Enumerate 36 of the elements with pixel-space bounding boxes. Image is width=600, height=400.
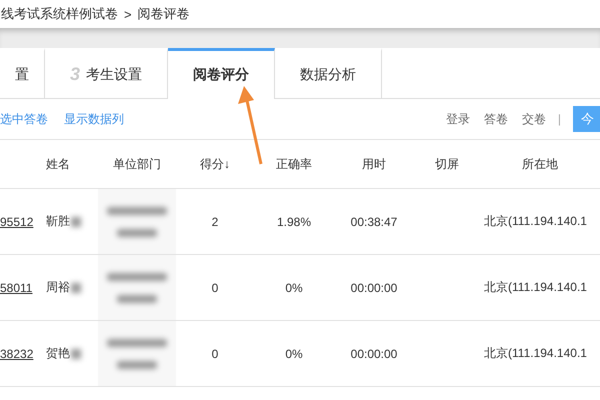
score-cell: 0 <box>212 280 218 294</box>
column-header: 所在地 <box>521 156 559 172</box>
column-header[interactable]: 得分↓ <box>176 156 254 172</box>
name-cell: 周裕 <box>46 279 70 296</box>
time-cell: 00:00:00 <box>350 346 398 360</box>
time-cell: 00:38:47 <box>350 214 398 228</box>
blurred-name <box>71 348 81 358</box>
breadcrumb-separator: > <box>124 6 132 22</box>
location-cell: 北京(111.194.140.1 <box>484 214 587 228</box>
exam-id-link[interactable]: 58011 <box>0 280 46 294</box>
time-cell: 00:00:00 <box>350 280 398 294</box>
tab[interactable]: 阅卷评分 <box>168 48 275 99</box>
toolbar-separator: | <box>558 112 561 126</box>
rate-cell: 0% <box>285 346 303 360</box>
column-header: 用时 <box>361 156 387 172</box>
column-header: 切屏 <box>434 156 460 172</box>
score-cell: 0 <box>212 346 218 360</box>
breadcrumb-path[interactable]: 线考试系统样例试卷 <box>1 5 118 23</box>
blurred-name <box>71 282 81 292</box>
filter-link[interactable]: 交卷 <box>522 110 546 128</box>
exam-id-link[interactable]: 38232 <box>0 346 46 360</box>
filter-link[interactable]: 答卷 <box>484 110 508 128</box>
column-header: 姓名 <box>46 156 71 172</box>
filter-link[interactable]: 登录 <box>446 110 470 128</box>
exam-id-link[interactable]: 95512 <box>0 214 46 228</box>
name-cell: 贺艳 <box>46 345 70 362</box>
score-cell: 2 <box>212 214 218 228</box>
rate-cell: 1.98% <box>276 214 312 228</box>
breadcrumb-current: 阅卷评卷 <box>138 5 190 23</box>
column-header: 单位部门 <box>112 156 162 172</box>
column-header: 正确率 <box>275 156 313 172</box>
name-cell: 靳胜 <box>46 213 70 230</box>
rate-cell: 0% <box>285 280 303 294</box>
location-cell: 北京(111.194.140.1 <box>484 346 587 360</box>
location-cell: 北京(111.194.140.1 <box>484 280 587 294</box>
blurred-name <box>71 216 81 226</box>
